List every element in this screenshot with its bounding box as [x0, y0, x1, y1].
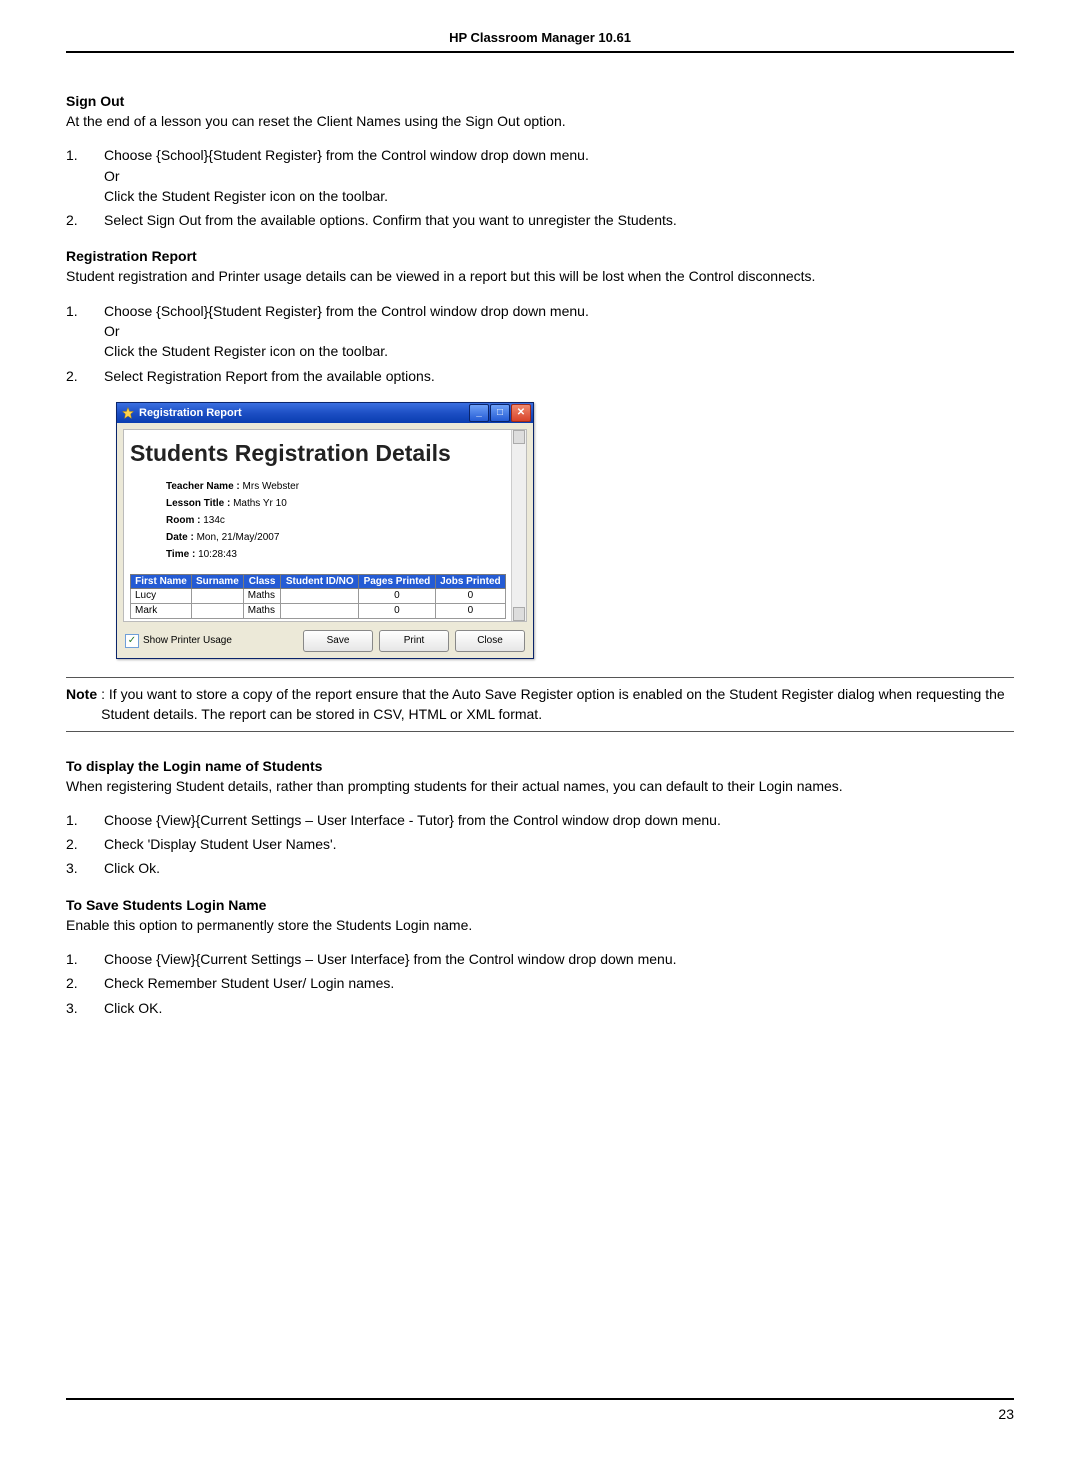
note-label: Note	[66, 684, 97, 725]
show-printer-checkbox[interactable]: ✓	[125, 634, 139, 648]
save-button[interactable]: Save	[303, 630, 373, 652]
list-item: Choose {School}{Student Register} from t…	[66, 301, 1014, 362]
report-viewport: Students Registration Details Teacher Na…	[123, 429, 527, 622]
loginname-intro: When registering Student details, rather…	[66, 776, 1014, 796]
table-header-cell: Class	[243, 574, 281, 588]
table-cell: Maths	[243, 603, 281, 618]
table-cell	[281, 588, 359, 603]
note-text: : If you want to store a copy of the rep…	[97, 684, 1014, 725]
savelogin-intro: Enable this option to permanently store …	[66, 915, 1014, 935]
app-icon	[121, 406, 135, 420]
regreport-intro: Student registration and Printer usage d…	[66, 266, 1014, 286]
close-win-button[interactable]: Close	[455, 630, 525, 652]
table-header-cell: Jobs Printed	[435, 574, 505, 588]
table-cell: 0	[359, 603, 436, 618]
list-item: Select Sign Out from the available optio…	[66, 210, 1014, 230]
report-heading: Students Registration Details	[130, 440, 520, 467]
table-cell: Mark	[131, 603, 192, 618]
list-item: Select Registration Report from the avai…	[66, 366, 1014, 386]
signout-intro: At the end of a lesson you can reset the…	[66, 111, 1014, 131]
registration-report-window: Registration Report _ □ ✕ Students Regis…	[116, 402, 534, 659]
show-printer-label: Show Printer Usage	[143, 635, 232, 646]
table-header-cell: First Name	[131, 574, 192, 588]
print-button[interactable]: Print	[379, 630, 449, 652]
table-cell: 0	[435, 588, 505, 603]
list-item: Check Remember Student User/ Login names…	[66, 973, 1014, 993]
page-number: 23	[998, 1406, 1014, 1422]
list-item: Check 'Display Student User Names'.	[66, 834, 1014, 854]
close-button[interactable]: ✕	[511, 404, 531, 422]
maximize-button[interactable]: □	[490, 404, 510, 422]
note-box: Note : If you want to store a copy of th…	[66, 677, 1014, 732]
savelogin-steps: Choose {View}{Current Settings – User In…	[66, 949, 1014, 1018]
signout-heading: Sign Out	[66, 93, 1014, 109]
table-cell: 0	[359, 588, 436, 603]
page-header: HP Classroom Manager 10.61	[66, 30, 1014, 53]
table-row: Lucy Maths 00	[131, 588, 506, 603]
list-item: Choose {View}{Current Settings – User In…	[66, 949, 1014, 969]
table-row: Mark Maths 00	[131, 603, 506, 618]
regreport-heading: Registration Report	[66, 248, 1014, 264]
table-cell: Lucy	[131, 588, 192, 603]
window-footer: ✓ Show Printer Usage Save Print Close	[117, 626, 533, 658]
table-header-row: First NameSurnameClassStudent ID/NOPages…	[131, 574, 506, 588]
list-item: Click Ok.	[66, 858, 1014, 878]
savelogin-heading: To Save Students Login Name	[66, 897, 1014, 913]
list-item: Choose {School}{Student Register} from t…	[66, 145, 1014, 206]
report-table: First NameSurnameClassStudent ID/NOPages…	[130, 574, 506, 619]
table-cell	[192, 588, 244, 603]
table-cell: Maths	[243, 588, 281, 603]
minimize-button[interactable]: _	[469, 404, 489, 422]
window-title: Registration Report	[139, 407, 469, 419]
list-item: Click OK.	[66, 998, 1014, 1018]
table-header-cell: Student ID/NO	[281, 574, 359, 588]
table-cell: 0	[435, 603, 505, 618]
table-cell	[192, 603, 244, 618]
table-cell	[281, 603, 359, 618]
report-meta: Teacher Name : Mrs Webster Lesson Title …	[166, 481, 520, 560]
table-header-cell: Pages Printed	[359, 574, 436, 588]
loginname-steps: Choose {View}{Current Settings – User In…	[66, 810, 1014, 879]
signout-steps: Choose {School}{Student Register} from t…	[66, 145, 1014, 230]
table-header-cell: Surname	[192, 574, 244, 588]
loginname-heading: To display the Login name of Students	[66, 758, 1014, 774]
list-item: Choose {View}{Current Settings – User In…	[66, 810, 1014, 830]
titlebar[interactable]: Registration Report _ □ ✕	[117, 403, 533, 423]
page-footer: 23	[66, 1398, 1014, 1422]
regreport-steps: Choose {School}{Student Register} from t…	[66, 301, 1014, 386]
